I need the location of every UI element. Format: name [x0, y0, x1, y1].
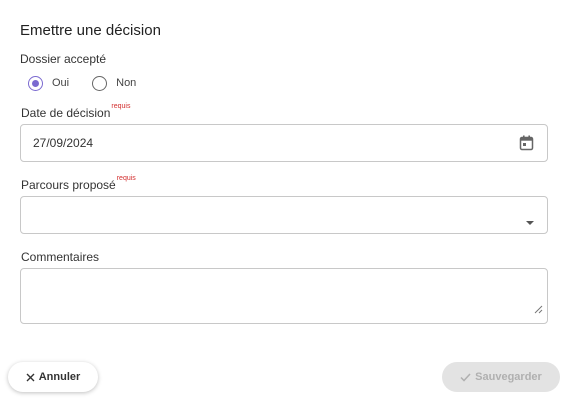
date-decision-value: 27/09/2024 [33, 136, 94, 150]
required-tag: requis [111, 103, 131, 110]
check-icon [460, 372, 471, 382]
date-decision-label: Date de décisionrequis [21, 103, 131, 120]
radio-oui[interactable] [28, 75, 43, 91]
parcours-propose-label-text: Parcours proposé [21, 178, 116, 192]
radio-non[interactable] [92, 75, 108, 91]
calendar-icon[interactable] [519, 135, 534, 156]
resize-handle-icon[interactable] [534, 301, 543, 319]
commentaires-textarea[interactable] [20, 268, 548, 324]
parcours-propose-label: Parcours proposérequis [21, 175, 136, 192]
date-decision-field[interactable]: 27/09/2024 [20, 124, 548, 162]
radio-option-non[interactable]: Non [92, 75, 137, 91]
dossier-accepte-radio-group: Oui Non [28, 75, 136, 91]
save-button[interactable]: Sauvegarder [442, 362, 560, 392]
parcours-propose-select[interactable] [20, 196, 548, 234]
radio-non-label: Non [116, 77, 137, 89]
commentaires-label: Commentaires [21, 250, 100, 264]
chevron-down-icon[interactable] [525, 213, 535, 231]
save-button-label: Sauvegarder [475, 371, 542, 383]
cancel-button[interactable]: Annuler [8, 362, 98, 392]
close-icon [26, 373, 35, 381]
date-decision-label-text: Date de décision [21, 106, 111, 120]
radio-oui-label: Oui [52, 77, 70, 89]
radio-checked-dot [32, 79, 39, 87]
dialog-title: Emettre une décision [20, 22, 161, 39]
radio-option-oui[interactable]: Oui [28, 75, 70, 91]
cancel-button-label: Annuler [38, 371, 81, 383]
required-tag: requis [116, 175, 136, 182]
dossier-accepte-label: Dossier accepté [20, 52, 107, 66]
